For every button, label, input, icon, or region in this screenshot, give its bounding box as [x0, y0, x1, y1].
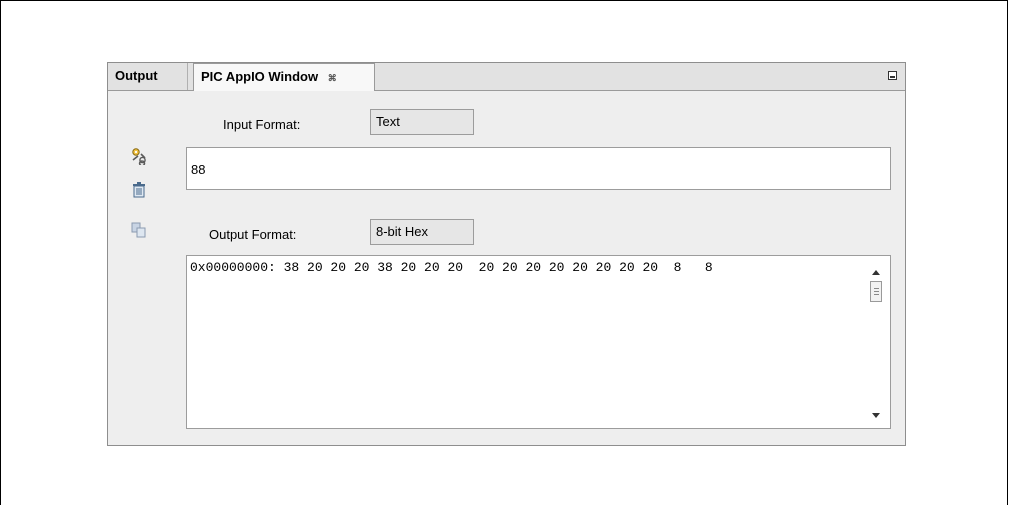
scroll-up-icon[interactable]: [872, 270, 880, 275]
tab-output[interactable]: Output: [108, 63, 188, 90]
copy-icon[interactable]: [130, 221, 148, 239]
tab-output-label: Output: [115, 68, 158, 83]
tab-appio-label: PIC AppIO Window: [201, 69, 319, 84]
output-textarea[interactable]: 0x00000000: 38 20 20 20 38 20 20 20 20 2…: [186, 255, 891, 429]
trash-icon[interactable]: [130, 181, 148, 199]
output-hex-line: 0x00000000: 38 20 20 20 38 20 20 20 20 2…: [190, 260, 713, 275]
output-format-label: Output Format:: [209, 227, 297, 242]
scroll-down-icon[interactable]: [872, 413, 880, 418]
appio-panel: Output PIC AppIO Window ⌘ Input Format: …: [107, 62, 906, 446]
minimize-icon[interactable]: [888, 71, 897, 80]
close-icon[interactable]: ⌘: [328, 65, 337, 91]
input-format-select[interactable]: Text: [370, 109, 474, 135]
output-format-select[interactable]: 8-bit Hex: [370, 219, 474, 245]
scroll-thumb[interactable]: [870, 281, 882, 302]
input-format-label: Input Format:: [223, 117, 301, 132]
wrench-gear-icon[interactable]: [130, 147, 148, 165]
vertical-scrollbar[interactable]: [866, 256, 890, 428]
tab-pic-appio-window[interactable]: PIC AppIO Window ⌘: [193, 63, 375, 91]
tab-bar: Output PIC AppIO Window ⌘: [108, 63, 905, 91]
input-field[interactable]: 88: [186, 147, 891, 190]
